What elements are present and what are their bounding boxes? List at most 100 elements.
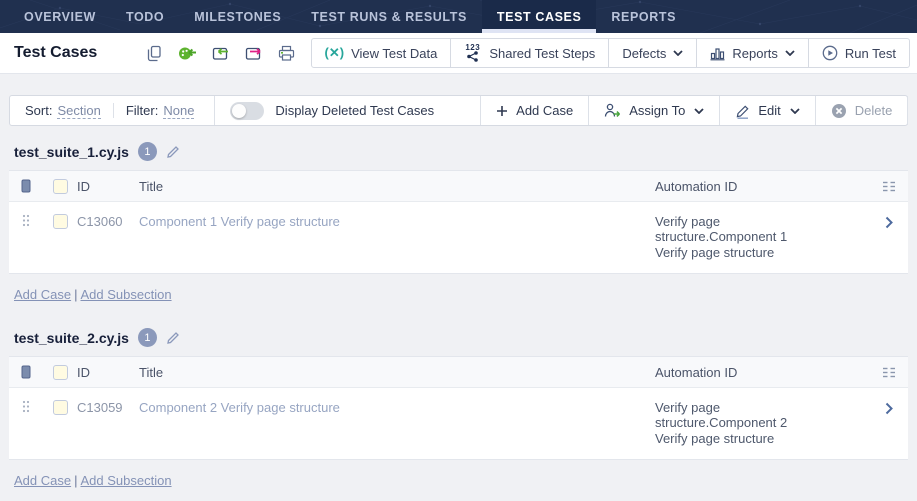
- view-test-data-button[interactable]: (✕) View Test Data: [312, 39, 451, 67]
- nav-tab-overview[interactable]: OVERVIEW: [9, 0, 111, 33]
- link-separator: |: [74, 287, 77, 302]
- toolbar-button-group: (✕) View Test Data 123 Shared Test Steps…: [311, 38, 910, 68]
- display-deleted-toggle[interactable]: [230, 102, 264, 120]
- import-cases-icon[interactable]: [176, 41, 200, 65]
- table-row: C13060 Component 1 Verify page structure…: [9, 202, 908, 273]
- table-header-row: ID Title Automation ID: [9, 171, 908, 202]
- copy-icon[interactable]: [143, 41, 167, 65]
- shared-test-steps-label: Shared Test Steps: [489, 46, 595, 61]
- nav-tab-reports[interactable]: REPORTS: [596, 0, 691, 33]
- delete-button[interactable]: Delete: [815, 96, 908, 125]
- table-row: C13059 Component 2 Verify page structure…: [9, 388, 908, 459]
- chevron-down-icon: [790, 108, 800, 114]
- section-name: test_suite_2.cy.js: [14, 330, 129, 346]
- case-id: C13059: [77, 400, 139, 415]
- drag-handle[interactable]: [9, 214, 43, 227]
- col-header-automation-id: Automation ID: [655, 365, 870, 380]
- open-case-chevron[interactable]: [870, 400, 908, 415]
- sort-filter-segment: Sort: Section Filter: None: [10, 96, 214, 125]
- chevron-right-icon: [885, 216, 893, 229]
- export-icon[interactable]: [242, 41, 266, 65]
- column-settings-icon[interactable]: [870, 366, 908, 379]
- case-count-badge: 1: [138, 142, 157, 161]
- assign-user-icon: [604, 103, 621, 118]
- page-title: Test Cases: [14, 44, 97, 62]
- open-case-chevron[interactable]: [870, 214, 908, 229]
- test-data-icon: (✕): [325, 45, 345, 61]
- add-case-label: Add Case: [516, 103, 573, 118]
- delete-label: Delete: [855, 103, 893, 118]
- section-footer-links-2: Add Case|Add Subsection: [14, 473, 917, 488]
- view-test-data-label: View Test Data: [351, 46, 437, 61]
- automation-id-value: Verify page structure.Component 1 Verify…: [655, 214, 815, 260]
- col-header-title: Title: [139, 365, 655, 380]
- chevron-right-icon: [885, 402, 893, 415]
- display-deleted-segment: Display Deleted Test Cases: [214, 96, 480, 125]
- reports-label: Reports: [732, 46, 778, 61]
- case-id: C13060: [77, 214, 139, 229]
- add-subsection-link[interactable]: Add Subsection: [80, 287, 171, 302]
- add-case-link[interactable]: Add Case: [14, 473, 71, 488]
- row-checkbox[interactable]: [43, 400, 77, 415]
- case-title-link[interactable]: Component 2 Verify page structure: [139, 400, 340, 415]
- link-separator: |: [74, 473, 77, 488]
- plus-icon: [496, 105, 508, 117]
- cases-table-2: ID Title Automation ID C13059 Component …: [9, 356, 908, 460]
- top-nav: OVERVIEW TODO MILESTONES TEST RUNS & RES…: [0, 0, 917, 33]
- edit-dropdown[interactable]: Edit: [719, 96, 814, 125]
- shared-test-steps-button[interactable]: 123 Shared Test Steps: [450, 39, 608, 67]
- reports-dropdown[interactable]: Reports: [696, 39, 808, 67]
- drag-handle[interactable]: [9, 400, 43, 413]
- toolbar-icon-buttons: [143, 41, 299, 65]
- column-settings-icon[interactable]: [870, 180, 908, 193]
- col-header-id: ID: [77, 365, 139, 380]
- state-column-icon: [9, 365, 43, 379]
- nav-tab-todo[interactable]: TODO: [111, 0, 179, 33]
- sort-value[interactable]: Section: [57, 103, 100, 119]
- print-icon[interactable]: [275, 41, 299, 65]
- bar-chart-icon: [710, 46, 725, 61]
- add-case-link[interactable]: Add Case: [14, 287, 71, 302]
- automation-id-value: Verify page structure.Component 2 Verify…: [655, 400, 815, 446]
- state-column-icon: [9, 179, 43, 193]
- col-header-id: ID: [77, 179, 139, 194]
- col-header-automation-id: Automation ID: [655, 179, 870, 194]
- edit-section-icon[interactable]: [166, 330, 181, 345]
- play-icon: [822, 45, 838, 61]
- nav-tab-test-cases[interactable]: TEST CASES: [482, 0, 597, 33]
- shared-steps-icon: 123: [464, 45, 482, 62]
- filter-actions-bar: Sort: Section Filter: None Display Delet…: [9, 95, 908, 126]
- select-all-checkbox[interactable]: [43, 179, 77, 194]
- filter-label: Filter:: [126, 103, 159, 118]
- edit-label: Edit: [758, 103, 780, 118]
- run-test-button[interactable]: Run Test: [808, 39, 909, 67]
- main-toolbar: Test Cases (✕) View Test Data: [0, 33, 917, 74]
- select-all-checkbox[interactable]: [43, 365, 77, 380]
- columns-button[interactable]: Columns: [907, 96, 917, 125]
- filter-value[interactable]: None: [163, 103, 194, 119]
- add-case-button[interactable]: Add Case: [480, 96, 588, 125]
- testrail-test-cases-page: OVERVIEW TODO MILESTONES TEST RUNS & RES…: [0, 0, 917, 501]
- delete-icon: [831, 103, 847, 119]
- toggle-knob: [232, 104, 246, 118]
- table-header-row: ID Title Automation ID: [9, 357, 908, 388]
- section-footer-links-1: Add Case|Add Subsection: [14, 287, 917, 302]
- chevron-down-icon: [694, 108, 704, 114]
- nav-tab-test-runs-results[interactable]: TEST RUNS & RESULTS: [296, 0, 482, 33]
- add-subsection-link[interactable]: Add Subsection: [80, 473, 171, 488]
- edit-section-icon[interactable]: [166, 144, 181, 159]
- cases-table-1: ID Title Automation ID C13060 Component …: [9, 170, 908, 274]
- defects-dropdown[interactable]: Defects: [608, 39, 696, 67]
- run-test-label: Run Test: [845, 46, 896, 61]
- col-header-title: Title: [139, 179, 655, 194]
- case-title-link[interactable]: Component 1 Verify page structure: [139, 214, 340, 229]
- section-header-1: test_suite_1.cy.js 1: [14, 142, 917, 161]
- case-count-badge: 1: [138, 328, 157, 347]
- row-checkbox[interactable]: [43, 214, 77, 229]
- nav-tab-milestones[interactable]: MILESTONES: [179, 0, 296, 33]
- chevron-down-icon: [673, 50, 683, 56]
- import-icon[interactable]: [209, 41, 233, 65]
- assign-to-dropdown[interactable]: Assign To: [588, 96, 719, 125]
- divider: [113, 103, 114, 118]
- defects-label: Defects: [622, 46, 666, 61]
